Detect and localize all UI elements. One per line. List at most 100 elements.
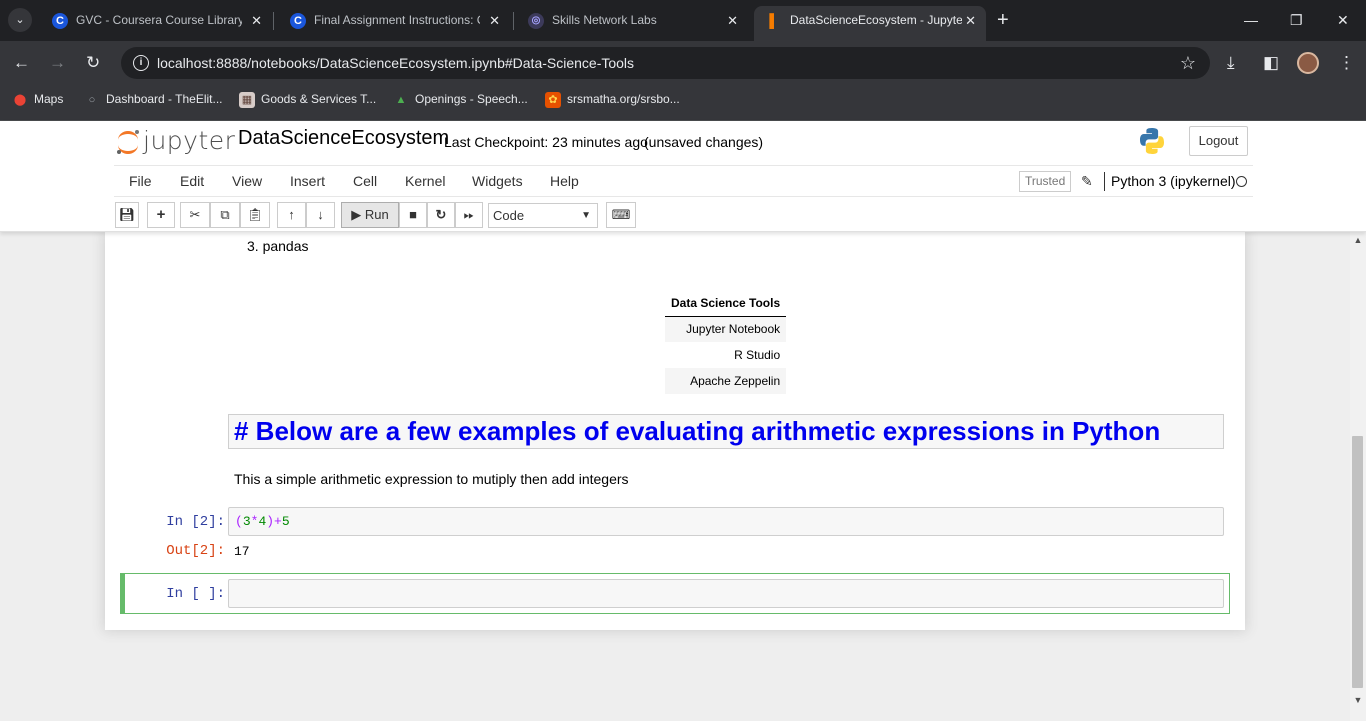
jupyter-wordmark: jupyter — [143, 126, 236, 155]
page-scrollbar[interactable]: ▲ ▼ — [1350, 232, 1366, 721]
tab-search-button[interactable]: ⌄ — [8, 8, 32, 32]
new-tab-button[interactable]: + — [997, 9, 1009, 31]
bookmark-label: Goods & Services T... — [261, 92, 377, 106]
bookmark-openings[interactable]: ▲ Openings - Speech... — [393, 85, 528, 113]
menu-view[interactable]: View — [232, 166, 262, 196]
reload-button[interactable]: ↻ — [86, 52, 100, 74]
jupyter-orb-icon — [116, 130, 140, 154]
jupyter-tab-icon: ▌ — [769, 13, 779, 28]
cell-type-value: Code — [493, 208, 525, 223]
restart-icon[interactable]: ↻ — [427, 202, 455, 228]
coursera-icon: C — [290, 13, 306, 29]
notebook-area[interactable]: 3. pandas Data Science Tools Jupyter Not… — [0, 232, 1350, 721]
scroll-up-icon[interactable]: ▲ — [1350, 235, 1366, 245]
python-logo-icon — [1140, 128, 1164, 154]
close-icon[interactable]: ✕ — [727, 6, 738, 35]
site-info-icon[interactable]: i — [133, 55, 149, 71]
menu-cell[interactable]: Cell — [353, 166, 377, 196]
search-icon: ○ — [88, 93, 96, 106]
browser-tab-active[interactable]: ▌ DataScienceEcosystem - Jupyter ✕ — [754, 6, 986, 41]
download-icon[interactable]: ⤓ — [1227, 52, 1235, 74]
notebook-container: 3. pandas Data Science Tools Jupyter Not… — [105, 232, 1245, 630]
interrupt-icon[interactable]: ■ — [399, 202, 427, 228]
edit-mode-pencil-icon: ✎ — [1081, 173, 1093, 189]
table-cell: R Studio — [734, 348, 781, 362]
menu-help[interactable]: Help — [550, 166, 579, 196]
trusted-indicator[interactable]: Trusted — [1019, 171, 1072, 192]
save-icon[interactable]: 💾︎ — [115, 202, 139, 228]
menu-bar: File Edit View Insert Cell Kernel Widget… — [114, 165, 1253, 197]
gst-icon: ▦ — [239, 91, 255, 108]
tab-title: DataScienceEcosystem - Jupyter — [790, 13, 962, 27]
empty-code-cell-input[interactable] — [228, 579, 1224, 608]
address-bar[interactable]: i localhost:8888/notebooks/DataScienceEc… — [121, 47, 1210, 79]
coursera-icon: C — [52, 13, 68, 29]
bookmark-maps[interactable]: ⬤ Maps — [12, 85, 64, 113]
code-cell-input[interactable]: (3*4)+5 — [228, 507, 1224, 536]
heading-text: # Below are a few examples of evaluating… — [234, 416, 1161, 446]
profile-avatar[interactable] — [1297, 52, 1319, 74]
move-up-icon[interactable]: ↑ — [277, 202, 306, 228]
play-icon: ▶ — [351, 207, 362, 222]
bookmark-dashboard[interactable]: ○ Dashboard - TheElit... — [84, 85, 223, 113]
chevron-down-icon: ▼ — [581, 210, 591, 221]
forward-button[interactable]: → — [49, 52, 66, 74]
markdown-text: This a simple arithmetic expression to m… — [234, 471, 629, 487]
kernel-name[interactable]: Python 3 (ipykernel) — [1111, 166, 1236, 196]
side-panel-icon[interactable]: ◧ — [1263, 52, 1279, 74]
copy-icon[interactable]: ⧉ — [210, 202, 240, 228]
output-prompt: Out[2]: — [166, 543, 225, 559]
srsmatha-icon: ✿ — [545, 91, 561, 108]
restore-button[interactable]: ❐ — [1290, 10, 1303, 30]
menu-file[interactable]: File — [129, 166, 152, 196]
move-down-icon[interactable]: ↓ — [306, 202, 335, 228]
bookmark-label: Openings - Speech... — [415, 92, 528, 106]
scrollbar-thumb[interactable] — [1352, 436, 1363, 688]
close-icon[interactable]: ✕ — [489, 6, 500, 35]
autosave-status: (unsaved changes) — [644, 134, 764, 150]
notebook-toolbar: 💾︎ + ✂ ⧉ 📋︎ ↑ ↓ ▶ Run ■ ↻ ⏩︎ Code ▼ ⌨ — [114, 202, 1253, 228]
back-button[interactable]: ← — [13, 52, 30, 74]
browser-tab-bar: ⌄ C GVC - Coursera Course Library | ✕ C … — [0, 0, 1366, 41]
kernel-separator — [1104, 172, 1105, 191]
cut-icon[interactable]: ✂ — [180, 202, 210, 228]
notebook-name[interactable]: DataScienceEcosystem — [238, 127, 449, 150]
table-header: Data Science Tools — [665, 290, 787, 317]
last-checkpoint: Last Checkpoint: 23 minutes ago — [444, 134, 648, 150]
browser-tab-1[interactable]: C GVC - Coursera Course Library | ✕ — [40, 6, 272, 35]
insert-cell-icon[interactable]: + — [147, 202, 175, 228]
tab-separator — [513, 12, 514, 30]
openings-icon: ▲ — [395, 93, 407, 106]
fast-forward-icon[interactable]: ⏩︎ — [455, 202, 483, 228]
cell-output: 17 — [234, 544, 250, 559]
bookmark-gst[interactable]: ▦ Goods & Services T... — [239, 85, 376, 113]
menu-kernel[interactable]: Kernel — [405, 166, 445, 196]
run-button[interactable]: ▶ Run — [341, 202, 399, 228]
window-close-button[interactable]: ✕ — [1337, 10, 1349, 30]
input-prompt: In [ ]: — [166, 586, 225, 602]
bookmark-srsmatha[interactable]: ✿ srsmatha.org/srsbo... — [545, 85, 680, 113]
input-prompt: In [2]: — [166, 514, 225, 530]
browser-tab-3[interactable]: ◎ Skills Network Labs ✕ — [516, 6, 748, 35]
browser-tab-2[interactable]: C Final Assignment Instructions: C ✕ — [278, 6, 510, 35]
close-icon[interactable]: ✕ — [965, 6, 976, 35]
bookmark-star-icon[interactable]: ☆ — [1180, 47, 1196, 79]
paste-icon[interactable]: 📋︎ — [240, 202, 270, 228]
data-science-tools-table: Data Science Tools Jupyter Notebook R St… — [665, 290, 787, 394]
table-cell: Apache Zeppelin — [665, 368, 787, 394]
menu-insert[interactable]: Insert — [290, 166, 325, 196]
cell-type-select[interactable]: Code ▼ — [488, 203, 598, 228]
logout-button[interactable]: Logout — [1189, 126, 1248, 156]
menu-edit[interactable]: Edit — [180, 166, 204, 196]
close-icon[interactable]: ✕ — [251, 6, 262, 35]
scroll-down-icon[interactable]: ▼ — [1350, 695, 1366, 705]
tab-title: Final Assignment Instructions: C — [314, 13, 480, 27]
tab-separator — [273, 12, 274, 30]
menu-widgets[interactable]: Widgets — [472, 166, 523, 196]
keyboard-icon[interactable]: ⌨ — [606, 202, 636, 228]
markdown-heading-cell[interactable]: # Below are a few examples of evaluating… — [228, 414, 1224, 449]
skills-network-icon: ◎ — [528, 13, 544, 29]
browser-menu-icon[interactable]: ⋮ — [1338, 52, 1355, 74]
minimize-button[interactable]: — — [1244, 10, 1258, 30]
table-cell: Jupyter Notebook — [665, 316, 787, 342]
